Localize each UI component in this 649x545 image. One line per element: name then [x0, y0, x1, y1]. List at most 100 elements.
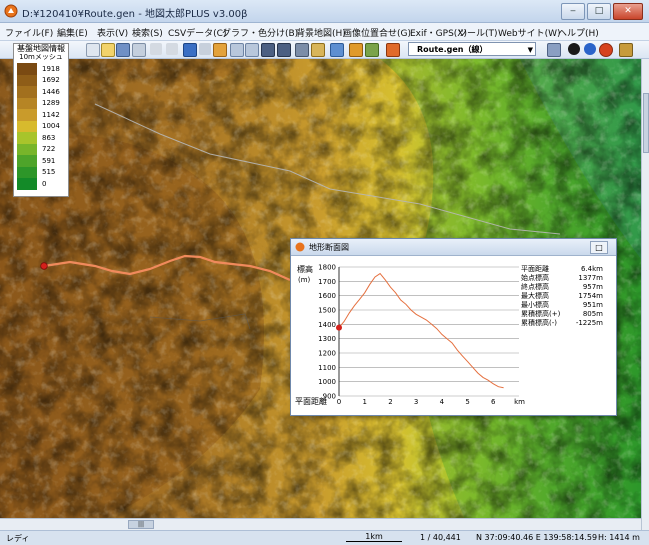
title-bar: D:¥120410¥Route.gen - 地図太郎PLUS v3.00β ‒ … — [0, 0, 649, 23]
menu-csv[interactable]: CSVデータ(C) — [168, 26, 226, 39]
legend-value: 1142 — [42, 110, 60, 119]
legend-value: 1004 — [42, 122, 60, 131]
status-ready: レディ — [6, 534, 30, 543]
pan-cross-icon[interactable] — [183, 43, 197, 57]
maximize-button[interactable]: □ — [587, 3, 611, 20]
legend-swatch — [17, 178, 37, 190]
app-icon — [295, 242, 305, 252]
legend-row: 515 — [17, 166, 60, 178]
elevation-profile-chart: 標高 (m) 平面距離 km 9001000110012001300140015… — [295, 264, 525, 407]
menu-file[interactable]: ファイル(F) — [5, 26, 53, 39]
legend-row: 1692 — [17, 74, 60, 86]
legend-row: 863 — [17, 132, 60, 144]
legend-row: 0 — [17, 178, 60, 190]
profile-window-header[interactable]: 地形断面図 □ — [291, 239, 616, 256]
menu-website[interactable]: Webサイト(W) — [498, 26, 561, 39]
binoculars-icon[interactable] — [295, 43, 309, 57]
chevron-down-icon: ▼ — [527, 46, 533, 54]
stat-row: 終点標高 957m — [521, 283, 603, 292]
legend-swatch — [17, 166, 37, 178]
x-tick-label: 5 — [465, 398, 469, 406]
stat-label: 最大標高 — [521, 292, 549, 300]
y-tick-label: 1500 — [318, 307, 336, 315]
window-title: D:¥120410¥Route.gen - 地図太郎PLUS v3.00β — [22, 9, 248, 20]
stat-row: 累積標高(+) 805m — [521, 310, 603, 319]
zoom-in-icon[interactable] — [230, 43, 244, 57]
palette-icon[interactable] — [386, 43, 400, 57]
select-icon[interactable] — [199, 43, 211, 55]
profile-stats: 平面距離 6.4km 始点標高 1377m 終点標高 957m 最大標高 1754m 最小標高 9… — [521, 265, 603, 328]
stat-row: 累積標高(-) -1225m — [521, 319, 603, 328]
y-tick-label: 1600 — [318, 292, 336, 300]
vertical-scroll-thumb[interactable] — [643, 93, 649, 153]
image-icon[interactable] — [365, 43, 379, 57]
profile-close-button[interactable]: □ — [590, 241, 608, 254]
scale-ratio: 1 / 40,441 — [420, 533, 461, 542]
menu-tools[interactable]: ツール(T) — [458, 26, 498, 39]
bar-chart-icon[interactable] — [349, 43, 363, 57]
x-tick-label: 4 — [440, 398, 445, 406]
legend-swatch — [17, 63, 37, 75]
redo-icon[interactable] — [166, 43, 178, 55]
menu-image-align[interactable]: 画像位置合せ(G) — [343, 26, 411, 39]
legend-row: 1918 — [17, 63, 60, 75]
layer-icon[interactable] — [547, 43, 561, 57]
wrench-icon[interactable] — [619, 43, 633, 57]
y-tick-label: 1200 — [318, 350, 336, 358]
horizontal-scroll-thumb[interactable]: ||| — [128, 520, 154, 529]
y-tick-label: 1300 — [318, 335, 336, 343]
profile-start-marker — [336, 324, 342, 331]
menu-background-map[interactable]: 背景地図(H) — [296, 26, 346, 39]
undo-icon[interactable] — [150, 43, 162, 55]
profile-window[interactable]: 地形断面図 □ 標高 (m) 平面距離 km 900 1000 1100 1200 13… — [290, 238, 617, 416]
stat-value: -1225m — [575, 319, 603, 327]
toolbar: Route.gen（線） ▼ — [0, 41, 649, 59]
edit-icon[interactable] — [213, 43, 227, 57]
legend-swatch — [17, 132, 37, 144]
legend-swatch — [17, 86, 37, 98]
fit-extent-icon[interactable] — [261, 43, 275, 57]
legend-value: 515 — [42, 168, 56, 177]
menu-edit[interactable]: 編集(E) — [57, 26, 88, 39]
route-layer-select[interactable]: Route.gen（線） ▼ — [408, 42, 536, 56]
y-axis-unit: (m) — [298, 276, 311, 284]
open-folder-icon[interactable] — [101, 43, 115, 57]
legend-value: 1692 — [42, 76, 60, 85]
scale-bar: 1km — [346, 532, 402, 542]
stat-label: 終点標高 — [521, 283, 549, 291]
new-icon[interactable] — [86, 43, 100, 57]
legend-swatch — [17, 120, 37, 132]
menu-graph[interactable]: グラフ・色分け(B) — [222, 26, 298, 39]
stat-row: 始点標高 1377m — [521, 274, 603, 283]
profile-window-title: 地形断面図 — [309, 243, 349, 252]
route-layer-value: Route.gen（線） — [417, 45, 488, 54]
menu-search[interactable]: 検索(S) — [132, 26, 163, 39]
stat-value: 951m — [582, 301, 603, 309]
close-button[interactable]: ✕ — [613, 3, 643, 20]
info-blue-icon[interactable] — [584, 43, 596, 55]
window-icon[interactable] — [330, 43, 344, 57]
print-preview-icon[interactable] — [132, 43, 146, 57]
stat-label: 平面距離 — [521, 265, 549, 273]
minimize-button[interactable]: ‒ — [561, 3, 585, 20]
stat-value: 6.4km — [580, 265, 603, 273]
stat-value: 957m — [582, 283, 603, 291]
legend-value: 1289 — [42, 99, 60, 108]
zoom-out-icon[interactable] — [245, 43, 259, 57]
print-icon[interactable] — [116, 43, 130, 57]
full-extent-icon[interactable] — [277, 43, 291, 57]
vertical-scrollbar[interactable] — [641, 59, 649, 530]
legend-title: 基盤地図情報 — [17, 44, 65, 53]
status-bar: レディ 1km 1 / 40,441 N 37:09:40.46 E 139:5… — [0, 530, 649, 545]
menu-view[interactable]: 表示(V) — [97, 26, 128, 39]
x-axis-unit: km — [514, 398, 525, 406]
menu-help[interactable]: ヘルプ(H) — [558, 26, 599, 39]
stat-label: 始点標高 — [521, 274, 549, 282]
stat-row: 平面距離 6.4km — [521, 265, 603, 274]
info-black-icon[interactable] — [568, 43, 580, 55]
info-orange-icon[interactable] — [599, 43, 613, 57]
hand-icon[interactable] — [311, 43, 325, 57]
route-start-marker[interactable] — [40, 262, 48, 270]
y-axis-label: 標高 — [297, 264, 313, 274]
legend-row: 1142 — [17, 109, 60, 121]
